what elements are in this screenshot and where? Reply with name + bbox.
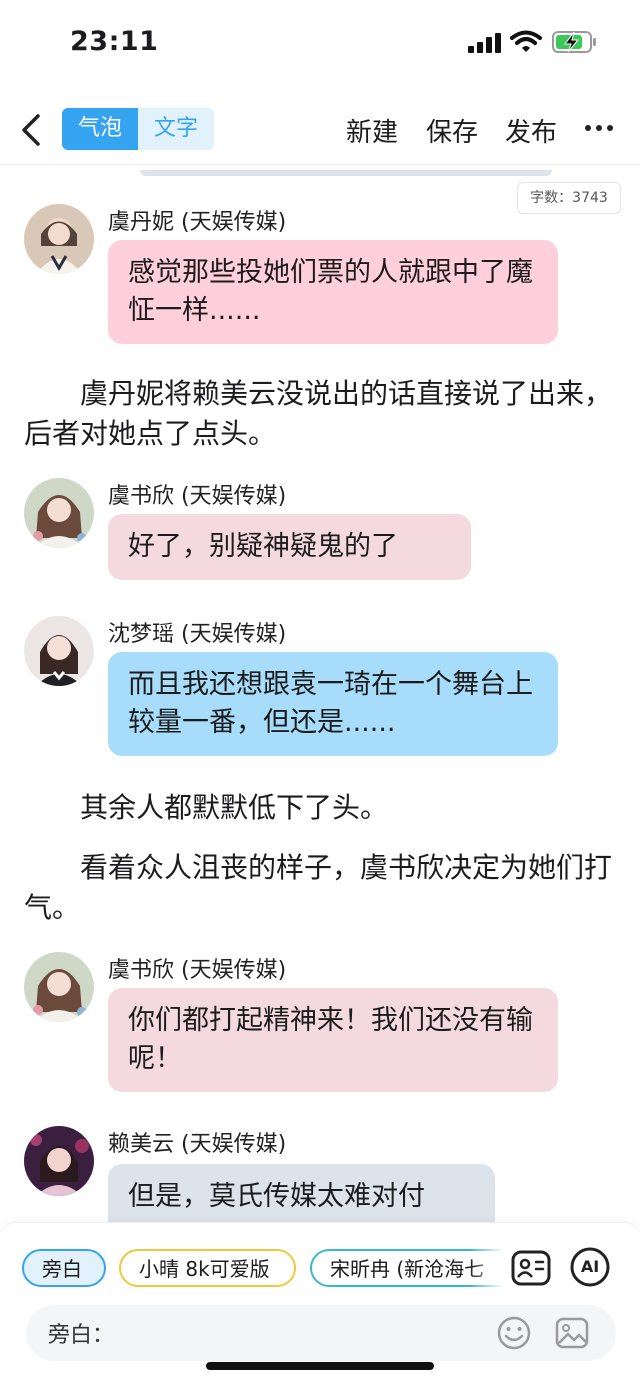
role-chip[interactable]: 小晴 8k可爱版 xyxy=(119,1249,296,1287)
wifi-icon xyxy=(510,30,542,52)
chat-content: 虞丹妮 (天娱传媒) 感觉那些投她们票的人就跟中了魔怔一样...... 虞丹妮将… xyxy=(0,176,640,1222)
speaker-name: 虞书欣 (天娱传媒) xyxy=(108,484,287,509)
chip-fade xyxy=(470,1245,512,1291)
narration-text[interactable]: 虞丹妮将赖美云没说出的话直接说了出来，后者对她点了点头。 xyxy=(24,374,614,454)
home-indicator xyxy=(206,1362,434,1370)
avatar[interactable] xyxy=(24,478,94,548)
message-input[interactable]: 旁白： xyxy=(26,1305,616,1361)
tab-bubble[interactable]: 气泡 xyxy=(62,108,138,150)
speaker-name: 沈梦瑶 (天娱传媒) xyxy=(108,622,287,647)
avatar-image-icon xyxy=(24,204,94,274)
message-bubble[interactable]: 好了，别疑神疑鬼的了 xyxy=(108,514,471,580)
avatar[interactable] xyxy=(24,616,94,686)
narration-text[interactable]: 其余人都默默低下了头。 xyxy=(24,788,614,828)
avatar-image-icon xyxy=(24,616,94,686)
signal-icon xyxy=(468,33,501,53)
image-icon[interactable] xyxy=(554,1315,590,1351)
mode-switch: 气泡 文字 xyxy=(62,108,214,150)
avatar[interactable] xyxy=(24,1126,94,1196)
avatar-image-icon xyxy=(24,1126,94,1196)
speaker-name: 虞书欣 (天娱传媒) xyxy=(108,958,287,983)
save-button[interactable]: 保存 xyxy=(426,112,478,149)
emoji-icon[interactable] xyxy=(496,1315,532,1351)
ai-icon[interactable]: AI xyxy=(570,1247,610,1287)
role-chip-narration[interactable]: 旁白 xyxy=(22,1249,106,1287)
avatar[interactable] xyxy=(24,952,94,1022)
new-button[interactable]: 新建 xyxy=(346,112,398,149)
message-bubble[interactable]: 你们都打起精神来！我们还没有输呢！ xyxy=(108,988,558,1092)
more-icon[interactable] xyxy=(584,118,614,138)
avatar-image-icon xyxy=(24,952,94,1022)
role-card-icon[interactable] xyxy=(510,1247,552,1289)
input-role-label: 旁白： xyxy=(48,1323,115,1348)
word-count-badge: 字数：3743 xyxy=(517,182,621,214)
speaker-name: 虞丹妮 (天娱传媒) xyxy=(108,210,287,235)
narration-text[interactable]: 看着众人沮丧的样子，虞书欣决定为她们打气。 xyxy=(24,848,614,928)
speaker-name: 赖美云 (天娱传媒) xyxy=(108,1132,287,1157)
ai-label: AI xyxy=(580,1257,600,1276)
editor-toolbar: 气泡 文字 新建 保存 发布 xyxy=(0,98,640,165)
tab-text[interactable]: 文字 xyxy=(138,108,214,150)
message-bubble[interactable]: 而且我还想跟袁一琦在一个舞台上较量一番，但还是...... xyxy=(108,652,558,756)
status-bar: 23:11 xyxy=(0,0,640,86)
publish-button[interactable]: 发布 xyxy=(505,112,557,149)
battery-charging-icon xyxy=(552,31,596,53)
avatar[interactable] xyxy=(24,204,94,274)
avatar-image-icon xyxy=(24,478,94,548)
back-icon[interactable] xyxy=(18,112,46,148)
message-bubble[interactable]: 感觉那些投她们票的人就跟中了魔怔一样...... xyxy=(108,240,558,344)
message-bubble[interactable]: 但是，莫氏传媒太难对付 xyxy=(108,1164,495,1222)
status-time: 23:11 xyxy=(70,26,159,57)
